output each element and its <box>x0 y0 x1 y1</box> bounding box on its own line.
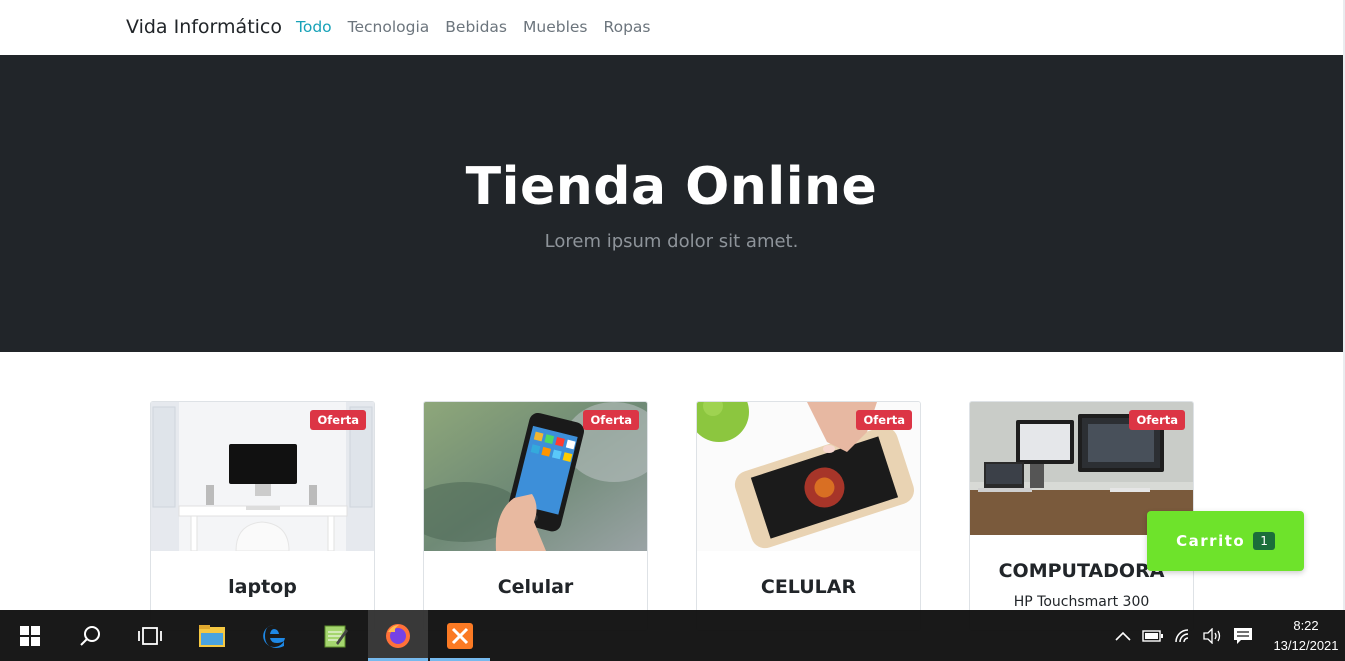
notepad-icon <box>324 625 348 647</box>
taskbar-edge[interactable] <box>244 610 304 661</box>
windows-start-icon <box>20 625 40 646</box>
product-title: CELULAR <box>760 576 857 598</box>
product-title: laptop <box>228 576 297 598</box>
tray-volume[interactable] <box>1200 610 1224 661</box>
task-view-button[interactable] <box>120 610 180 661</box>
taskbar-clock[interactable]: 8:22 13/12/2021 <box>1267 616 1345 656</box>
chevron-up-icon <box>1115 631 1131 641</box>
taskbar-notepad[interactable] <box>305 610 365 661</box>
cart-label: Carrito <box>1176 532 1246 550</box>
tray-notifications[interactable] <box>1230 610 1256 661</box>
clock-date: 13/12/2021 <box>1273 638 1339 653</box>
taskbar-xampp[interactable] <box>430 610 490 661</box>
offer-badge: Oferta <box>856 410 912 430</box>
category-nav: Todo Tecnologia Bebidas Muebles Ropas <box>296 18 667 36</box>
wifi-icon <box>1175 628 1189 642</box>
nav-link-tecnologia[interactable]: Tecnologia <box>348 18 430 36</box>
notification-icon <box>1234 627 1252 644</box>
task-view-icon <box>138 626 162 645</box>
speaker-icon <box>1203 627 1221 644</box>
product-description: HP Touchsmart 300 <box>1013 594 1150 610</box>
cart-count-badge: 1 <box>1253 532 1275 550</box>
nav-link-muebles[interactable]: Muebles <box>523 18 588 36</box>
windows-start-button[interactable] <box>0 610 60 661</box>
taskbar-search-button[interactable] <box>60 610 120 661</box>
offer-badge: Oferta <box>1129 410 1185 430</box>
hero-subtitle: Lorem ipsum dolor sit amet. <box>544 231 799 252</box>
windows-taskbar: 8:22 13/12/2021 <box>0 610 1345 661</box>
xampp-icon <box>447 622 473 649</box>
battery-icon <box>1142 629 1163 642</box>
clock-time: 8:22 <box>1293 618 1319 633</box>
tray-network[interactable] <box>1172 610 1196 661</box>
top-navbar: Vida Informático Todo Tecnologia Bebidas… <box>0 0 1345 55</box>
edge-icon <box>263 624 285 648</box>
nav-link-ropas[interactable]: Ropas <box>604 18 651 36</box>
nav-link-bebidas[interactable]: Bebidas <box>445 18 507 36</box>
product-title: Celular <box>497 576 574 598</box>
product-card-celular-2[interactable]: Oferta CELULAR <box>696 401 921 631</box>
firefox-icon <box>386 623 410 648</box>
file-explorer-icon <box>199 624 225 647</box>
offer-badge: Oferta <box>310 410 366 430</box>
search-icon <box>80 625 100 646</box>
offer-badge: Oferta <box>583 410 639 430</box>
taskbar-firefox[interactable] <box>368 610 428 661</box>
hero-banner: Tienda Online Lorem ipsum dolor sit amet… <box>0 55 1343 352</box>
hero-title: Tienda Online <box>465 157 878 217</box>
taskbar-file-explorer[interactable] <box>182 610 242 661</box>
brand-logo[interactable]: Vida Informático <box>126 16 282 38</box>
nav-link-todo[interactable]: Todo <box>296 18 332 36</box>
cart-button[interactable]: Carrito 1 <box>1147 511 1304 571</box>
product-card-laptop[interactable]: Oferta laptop <box>150 401 375 631</box>
tray-battery[interactable] <box>1141 610 1165 661</box>
tray-overflow-button[interactable] <box>1112 610 1134 661</box>
product-card-celular[interactable]: Oferta Celular <box>423 401 648 631</box>
